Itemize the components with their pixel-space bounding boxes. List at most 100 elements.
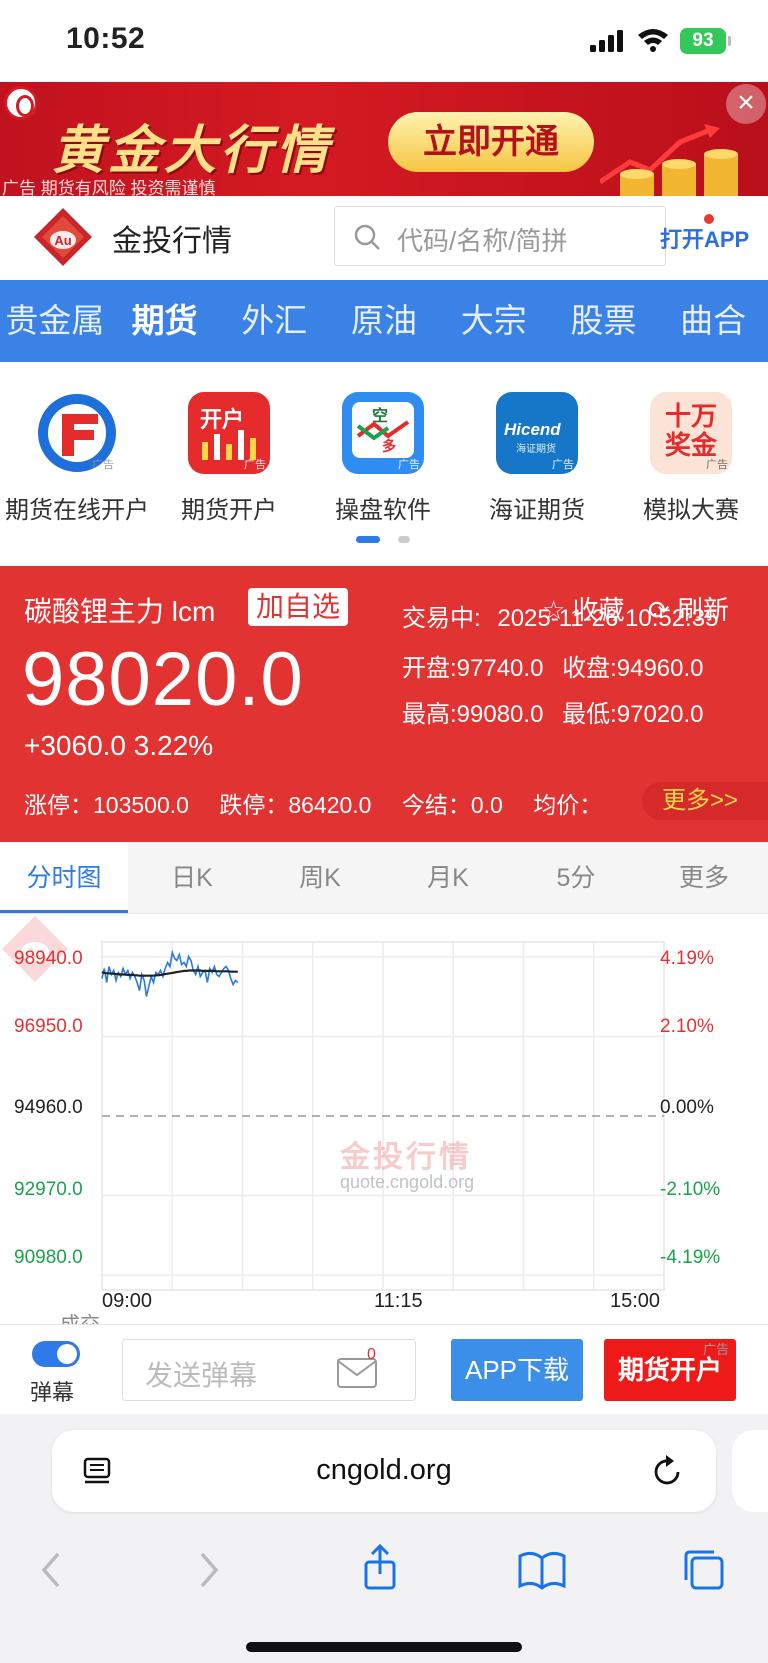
wifi-icon <box>638 29 668 52</box>
app-simulation-contest[interactable]: 十万奖金 广告 模拟大赛 <box>614 392 768 525</box>
app-label: 海证期货 <box>489 497 585 524</box>
home-indicator <box>246 1642 522 1652</box>
tab-daily-k[interactable]: 日K <box>128 842 256 913</box>
nav-item-more[interactable]: 曲合 <box>658 280 768 362</box>
high-low-row: 最高:99080.0 最低:97020.0 <box>402 701 704 728</box>
y-label-right: 0.00% <box>660 1097 714 1118</box>
add-watchlist-button[interactable]: 加自选 <box>248 588 349 626</box>
brand-name: 金投行情 <box>112 225 232 258</box>
nav-item-crude-oil[interactable]: 原油 <box>329 280 439 362</box>
quote-panel: 碳酸锂主力 lcm 加自选 ☆ 收藏 ⟳ 刷新 98020.0 +3060.0 … <box>0 566 768 842</box>
watermark-url: quote.cngold.org <box>340 1172 475 1192</box>
y-label-right: -2.10% <box>660 1179 721 1200</box>
next-tab-peek[interactable] <box>732 1430 768 1512</box>
banner-headline: 黄金大行情 <box>52 122 333 180</box>
site-header: Au 金投行情 代码/名称/简拼 打开APP <box>0 196 768 280</box>
y-label-left: 94960.0 <box>14 1097 83 1118</box>
trading-software-icon: 空 多 广告 <box>342 392 424 474</box>
nav-item-stocks[interactable]: 股票 <box>549 280 659 362</box>
app-label: 期货在线开户 <box>5 497 149 524</box>
y-label-left: 90980.0 <box>14 1247 83 1268</box>
x-label: 09:00 <box>102 1290 153 1312</box>
chart-tabs: 分时图 日K 周K 月K 5分 更多 <box>0 842 768 914</box>
x-label: 11:15 <box>374 1290 423 1312</box>
coins-chart-icon <box>600 124 738 196</box>
carousel-dot-active[interactable] <box>356 536 380 543</box>
danmu-input[interactable]: 发送弹幕 0 <box>122 1339 416 1401</box>
cngold-logo-icon[interactable]: Au <box>32 206 94 268</box>
url-text: cngold.org <box>316 1454 452 1486</box>
bottom-toolbar: 弹幕 发送弹幕 0 APP下载 期货开户 广告 <box>0 1324 768 1414</box>
message-count: 0 <box>367 1346 376 1363</box>
search-icon <box>354 224 380 250</box>
futures-online-icon: 广告 <box>36 392 118 474</box>
y-label-right: -4.19% <box>660 1247 721 1268</box>
banner-cta-button[interactable]: 立即开通 <box>388 112 594 172</box>
tab-weekly-k[interactable]: 周K <box>256 842 384 913</box>
banner-close-icon[interactable]: × <box>726 84 766 124</box>
nav-item-commodities[interactable]: 大宗 <box>439 280 549 362</box>
y-label-left: 98940.0 <box>14 948 83 969</box>
app-trading-software[interactable]: 空 多 广告 操盘软件 <box>306 392 460 525</box>
tabs-icon[interactable] <box>674 1540 734 1600</box>
nav-item-precious-metals[interactable]: 贵金属 <box>0 280 110 362</box>
contest-icon: 十万奖金 广告 <box>650 392 732 474</box>
danmu-placeholder: 发送弹幕 <box>145 1360 258 1391</box>
app-label: 模拟大赛 <box>643 497 739 524</box>
nav-item-futures[interactable]: 期货 <box>110 280 220 362</box>
y-label-right: 4.19% <box>660 948 714 969</box>
last-price: 98020.0 <box>22 637 304 722</box>
tab-intraday[interactable]: 分时图 <box>0 842 128 913</box>
y-label-right: 2.10% <box>660 1016 714 1037</box>
notification-dot <box>704 214 714 224</box>
tab-more[interactable]: 更多 <box>640 842 768 913</box>
app-download-button[interactable]: APP下载 <box>451 1339 583 1401</box>
status-time: 10:52 <box>66 22 146 55</box>
y-label-left: 96950.0 <box>14 1016 83 1037</box>
search-input[interactable]: 代码/名称/简拼 <box>334 206 666 266</box>
share-icon[interactable] <box>350 1540 410 1600</box>
cellular-signal-icon <box>590 30 623 52</box>
search-placeholder: 代码/名称/简拼 <box>397 226 568 256</box>
app-label: 期货开户 <box>181 497 277 524</box>
app-futures-online[interactable]: 广告 期货在线开户 <box>0 392 154 525</box>
tab-monthly-k[interactable]: 月K <box>384 842 512 913</box>
battery-icon: 93 <box>680 28 726 54</box>
bookmarks-icon[interactable] <box>512 1540 572 1600</box>
battery-tip <box>728 36 731 46</box>
banner-ad-disclaimer: 广告 期货有风险 投资需谨慎 <box>2 179 216 196</box>
app-hicend-futures[interactable]: Hicend 海证期货 广告 海证期货 <box>460 392 614 525</box>
category-nav: 贵金属 期货 外汇 原油 大宗 股票 曲合 <box>0 280 768 362</box>
reload-icon[interactable] <box>652 1454 684 1488</box>
x-label: 15:00 <box>610 1290 661 1312</box>
hicend-icon: Hicend 海证期货 广告 <box>496 392 578 474</box>
limit-row: 涨停：103500.0 跌停：86420.0 今结：0.0 均价： <box>24 792 603 818</box>
ad-tag: 广告 <box>703 1342 730 1357</box>
nav-item-forex[interactable]: 外汇 <box>219 280 329 362</box>
open-app-link[interactable]: 打开APP <box>660 222 749 254</box>
open-close-row: 开盘:97740.0 收盘:94960.0 <box>402 655 704 682</box>
forward-icon[interactable] <box>178 1540 238 1600</box>
back-icon[interactable] <box>22 1540 82 1600</box>
ad-logo-icon <box>4 86 38 120</box>
more-quote-button[interactable]: 更多>> <box>642 782 768 820</box>
carousel-dot[interactable] <box>398 536 410 543</box>
danmu-toggle-label: 弹幕 <box>30 1380 75 1405</box>
tab-5min[interactable]: 5分 <box>512 842 640 913</box>
watermark-text: 金投行情 <box>340 1141 472 1174</box>
address-bar[interactable]: cngold.org <box>52 1430 716 1512</box>
danmu-toggle[interactable] <box>32 1341 80 1367</box>
banner-ad[interactable]: 黄金大行情 立即开通 广告 期货有风险 投资需谨慎 × <box>0 82 768 196</box>
chart-plot <box>101 941 665 1291</box>
browser-chrome: cngold.org <box>0 1414 768 1663</box>
app-futures-open[interactable]: 开户 广告 期货开户 <box>152 392 306 525</box>
intraday-chart[interactable]: Au 金投行情 quote.cngold.org 98940.0 96950.0… <box>0 914 768 1324</box>
volume-label: 成交 <box>60 1308 100 1324</box>
y-label-left: 92970.0 <box>14 1179 83 1200</box>
trade-status: 交易中: 2025-11-26 10:52:35 <box>402 605 719 632</box>
futures-open-icon: 开户 广告 <box>188 392 270 474</box>
status-bar: 10:52 93 <box>0 0 768 80</box>
price-change: +3060.0 3.22% <box>24 730 214 761</box>
app-shortcuts: 广告 期货在线开户 开户 广告 期货开户 空 多 广告 操盘软件 Hicend … <box>0 362 768 558</box>
instrument-name: 碳酸锂主力 lcm <box>24 596 216 627</box>
